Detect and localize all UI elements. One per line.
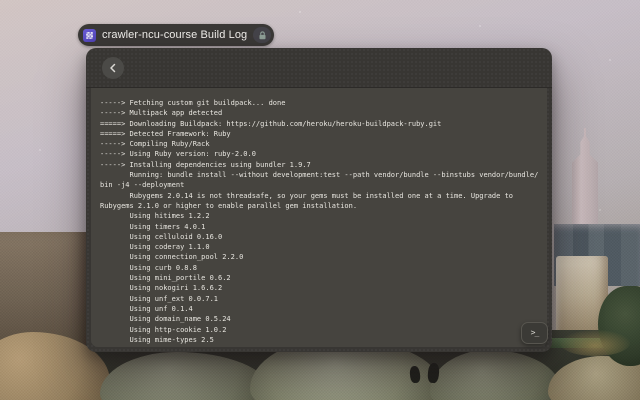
terminal-prompt-icon: >_ (531, 329, 539, 337)
build-log-terminal[interactable]: -----> Fetching custom git buildpack... … (91, 88, 547, 347)
window-title-pill[interactable]: crawler-ncu-course Build Log (78, 24, 274, 46)
lock-icon (253, 27, 271, 43)
back-button[interactable] (102, 57, 124, 79)
grass-tuft (560, 330, 630, 356)
open-terminal-button[interactable]: >_ (521, 322, 548, 344)
app-favicon-icon (83, 29, 96, 42)
window-title: crawler-ncu-course Build Log (102, 30, 247, 41)
build-log-window: -----> Fetching custom git buildpack... … (86, 48, 552, 352)
chevron-left-icon (108, 63, 118, 73)
window-header (86, 48, 552, 88)
build-log-output: -----> Fetching custom git buildpack... … (91, 88, 547, 347)
